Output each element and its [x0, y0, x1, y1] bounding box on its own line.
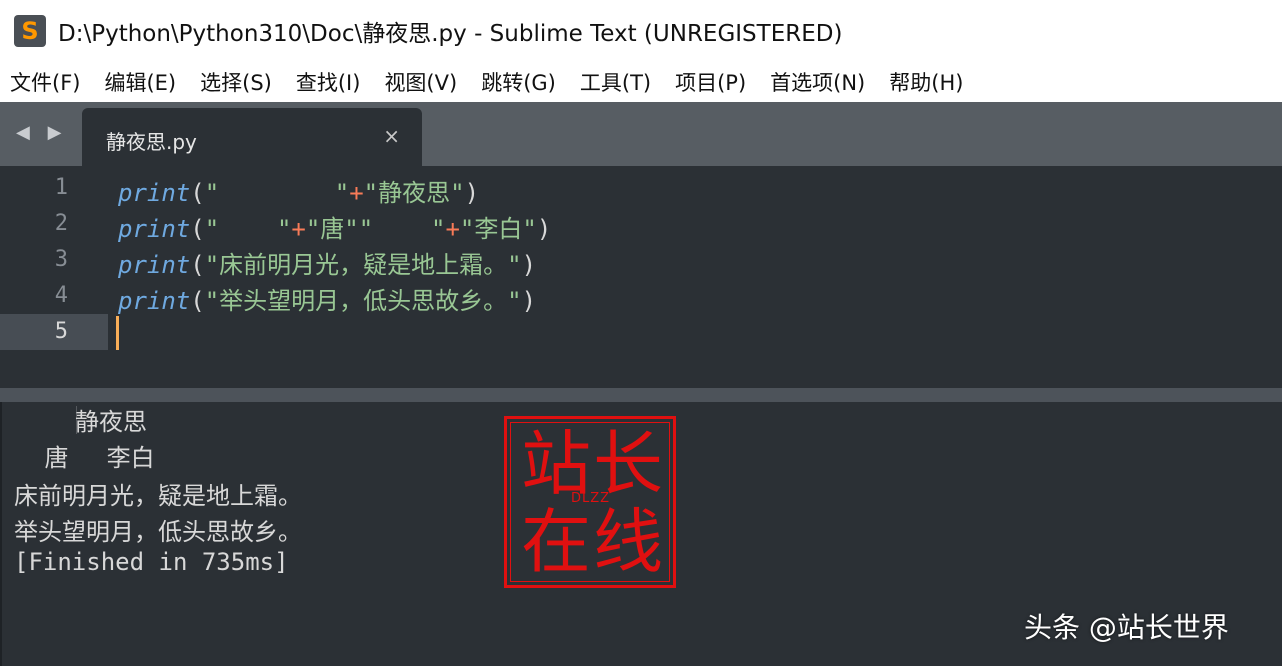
- code-keyword: print: [118, 215, 191, 243]
- line-number: 3: [54, 247, 68, 272]
- text-cursor: [116, 316, 119, 350]
- output-line: 唐 李白: [14, 444, 155, 472]
- tab-active-file[interactable]: 静夜思.py ×: [82, 108, 422, 166]
- code-string: "静夜思": [363, 179, 465, 207]
- line-number: 2: [54, 211, 68, 236]
- code-line[interactable]: 3 print("床前明月光，疑是地上霜。"): [0, 242, 1282, 280]
- seal-char: 线: [593, 501, 663, 583]
- line-number: 1: [54, 175, 68, 200]
- watermark: 头条 @站长世界: [1024, 611, 1229, 644]
- code-paren-close: ): [536, 215, 552, 243]
- code-text[interactable]: print(" "+"唐"" "+"李白"): [118, 209, 551, 244]
- code-paren-close: ): [521, 251, 537, 279]
- code-keyword: print: [118, 251, 191, 279]
- seal-mark: DLZZ: [571, 491, 611, 506]
- seal-char: 站: [521, 423, 591, 505]
- tab-label: 静夜思.py: [106, 130, 197, 154]
- menu-file[interactable]: 文件(F): [10, 67, 80, 97]
- menu-goto[interactable]: 跳转(G): [481, 67, 556, 97]
- code-string: "举头望明月，低头思故乡。": [204, 287, 522, 315]
- code-line-active[interactable]: 5: [0, 314, 1282, 350]
- tab-nav-arrows-icon[interactable]: ◀ ▶: [16, 122, 67, 143]
- menu-view[interactable]: 视图(V): [384, 67, 457, 97]
- code-paren-open: (: [190, 179, 205, 207]
- tab-bar: ◀ ▶ 静夜思.py ×: [0, 102, 1282, 166]
- menu-find[interactable]: 查找(I): [296, 67, 361, 97]
- line-number: 4: [54, 283, 68, 308]
- code-text[interactable]: print("举头望明月，低头思故乡。"): [118, 281, 536, 316]
- output-line: 静夜思: [14, 408, 148, 436]
- code-string: " ": [204, 215, 292, 243]
- code-operator: +: [349, 179, 364, 207]
- close-icon[interactable]: ×: [383, 124, 400, 148]
- panel-splitter[interactable]: [0, 388, 1282, 402]
- line-number: 5: [54, 319, 68, 344]
- output-line: 床前明月光，疑是地上霜。: [14, 482, 302, 510]
- title-bar: S D:\Python\Python310\Doc\静夜思.py - Subli…: [0, 0, 1282, 62]
- code-keyword: print: [118, 179, 191, 207]
- code-string: " ": [204, 179, 350, 207]
- window-title: D:\Python\Python310\Doc\静夜思.py - Sublime…: [58, 21, 843, 47]
- code-string: "李白": [459, 215, 537, 243]
- menu-tools[interactable]: 工具(T): [580, 67, 651, 97]
- menu-project[interactable]: 项目(P): [675, 67, 746, 97]
- output-line: 举头望明月，低头思故乡。: [14, 518, 302, 546]
- menu-preferences[interactable]: 首选项(N): [770, 67, 865, 97]
- code-line[interactable]: 4 print("举头望明月，低头思故乡。"): [0, 278, 1282, 316]
- menu-edit[interactable]: 编辑(E): [104, 67, 176, 97]
- menu-selection[interactable]: 选择(S): [200, 67, 272, 97]
- code-paren-open: (: [190, 215, 205, 243]
- code-string: "床前明月光，疑是地上霜。": [204, 251, 522, 279]
- code-line[interactable]: 1 print(" "+"静夜思"): [0, 170, 1282, 208]
- app-icon-glyph: S: [21, 17, 39, 45]
- code-editor[interactable]: 1 print(" "+"静夜思") 2 print(" "+"唐"" "+"李…: [0, 166, 1282, 390]
- build-status: [Finished in 735ms]: [14, 548, 289, 576]
- sublime-text-icon: S: [14, 15, 46, 47]
- code-operator: +: [291, 215, 306, 243]
- seal-stamp: 站 长 在 线 DLZZ: [504, 416, 676, 588]
- code-line[interactable]: 2 print(" "+"唐"" "+"李白"): [0, 206, 1282, 244]
- code-paren-open: (: [190, 287, 205, 315]
- seal-char: 长: [593, 423, 663, 505]
- code-text[interactable]: print(" "+"静夜思"): [118, 173, 479, 208]
- code-text[interactable]: print("床前明月光，疑是地上霜。"): [118, 245, 536, 280]
- code-operator: +: [445, 215, 460, 243]
- menu-help[interactable]: 帮助(H): [889, 67, 963, 97]
- code-paren-close: ): [521, 287, 537, 315]
- seal-char: 在: [521, 501, 591, 583]
- code-paren-open: (: [190, 251, 205, 279]
- menu-bar: 文件(F) 编辑(E) 选择(S) 查找(I) 视图(V) 跳转(G) 工具(T…: [0, 62, 1282, 102]
- code-keyword: print: [118, 287, 191, 315]
- code-paren-close: ): [464, 179, 480, 207]
- code-string: "唐"" ": [305, 215, 446, 243]
